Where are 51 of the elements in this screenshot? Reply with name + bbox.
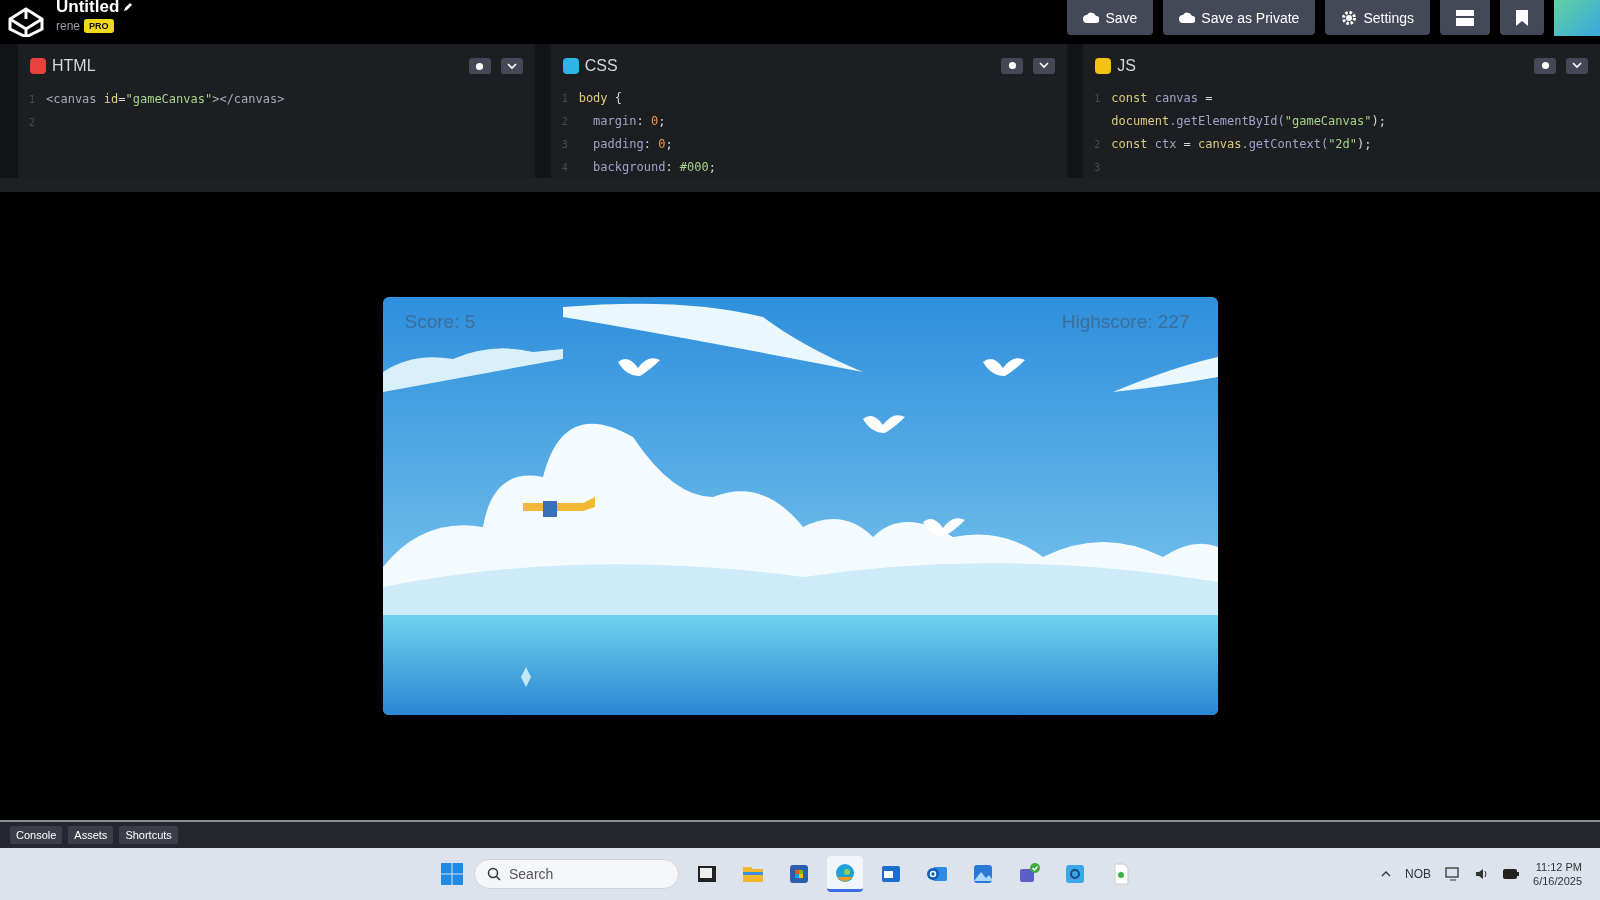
bookmark-icon <box>1516 9 1528 26</box>
collapse-button[interactable] <box>1566 57 1588 74</box>
editor-title: HTML <box>52 57 97 75</box>
code-line: margin: 0; <box>592 113 667 131</box>
speaker-icon[interactable] <box>1475 867 1490 881</box>
cloud-icon <box>1179 12 1196 23</box>
clock-time[interactable]: 11:12 PM <box>1535 861 1582 873</box>
store-icon <box>787 862 811 886</box>
code-line: const ctx = canvas.getContext("2d"); <box>1111 136 1373 154</box>
search-icon <box>487 867 501 881</box>
pen-title: Untitled <box>56 0 120 17</box>
collapse-button[interactable] <box>1033 57 1056 74</box>
editor-title: JS <box>1117 56 1137 75</box>
language-indicator[interactable]: NOB <box>1405 867 1432 881</box>
code-line: background: #000; <box>592 159 717 177</box>
logo-icon[interactable] <box>6 7 46 37</box>
collapse-button[interactable] <box>500 58 523 74</box>
search-field[interactable]: Search <box>474 859 679 889</box>
code-line: padding: 0; <box>592 136 674 154</box>
panel-tab[interactable]: Assets <box>68 826 114 844</box>
editor-title: CSS <box>584 56 619 75</box>
panel-tab[interactable]: Console <box>10 826 63 844</box>
settings-button[interactable]: Settings <box>1325 0 1430 35</box>
caret-icon <box>506 62 517 70</box>
bookmark-button[interactable] <box>1500 0 1544 35</box>
highscore-text: Highscore: 227 <box>1061 311 1190 333</box>
settings-button[interactable] <box>468 58 491 74</box>
pencil-icon[interactable] <box>123 2 134 12</box>
code-line: body { <box>578 90 624 108</box>
settings-button[interactable] <box>1534 57 1556 74</box>
score-text: Score: 5 <box>404 311 476 333</box>
clock-date[interactable]: 6/16/2025 <box>1533 875 1582 887</box>
caret-icon <box>1039 62 1050 70</box>
network-icon[interactable] <box>1445 867 1462 881</box>
code-line: document.getElementById("gameCanvas"); <box>1111 113 1387 131</box>
layout-button[interactable] <box>1440 0 1490 35</box>
layout-icon <box>1456 9 1474 26</box>
code-line: <canvas id="gameCanvas"></canvas> <box>46 91 286 108</box>
pro-badge: PRO <box>84 19 114 33</box>
photos-icon <box>971 862 995 886</box>
start-icon[interactable] <box>440 862 464 886</box>
chevron-up-icon[interactable] <box>1381 871 1392 877</box>
settings-button[interactable] <box>1001 57 1024 74</box>
battery-icon[interactable] <box>1503 869 1520 879</box>
save-button[interactable]: Save <box>1067 0 1154 35</box>
code-line: const canvas = <box>1111 90 1214 108</box>
username[interactable]: rene <box>56 19 81 33</box>
cloud-icon <box>1083 12 1100 23</box>
caret-icon <box>1572 62 1582 70</box>
save-button[interactable]: Save as Private <box>1163 0 1316 35</box>
panel-tab[interactable]: Shortcuts <box>119 826 178 844</box>
